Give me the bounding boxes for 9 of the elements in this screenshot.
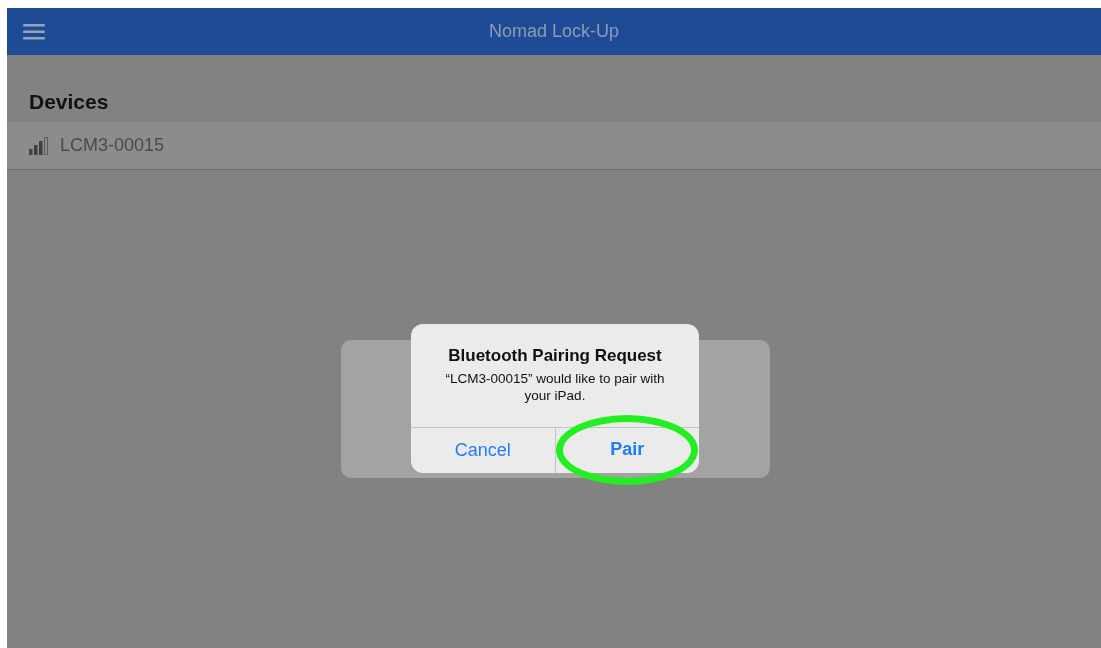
section-heading: Devices — [28, 89, 110, 115]
dialog-message: “LCM3-00015” would like to pair with your iPad. — [444, 370, 666, 404]
dialog-button[interactable]: Pair — [556, 414, 699, 485]
dialog-title: Bluetooth Pairing Request — [448, 346, 662, 366]
signal-icon — [29, 136, 50, 155]
dialog-button[interactable]: Cancel — [446, 436, 519, 465]
menu-icon[interactable] — [23, 23, 45, 40]
nav-title: Nomad Lock-Up — [488, 21, 620, 42]
device-row[interactable]: LCM3-00015 — [7, 122, 1101, 170]
